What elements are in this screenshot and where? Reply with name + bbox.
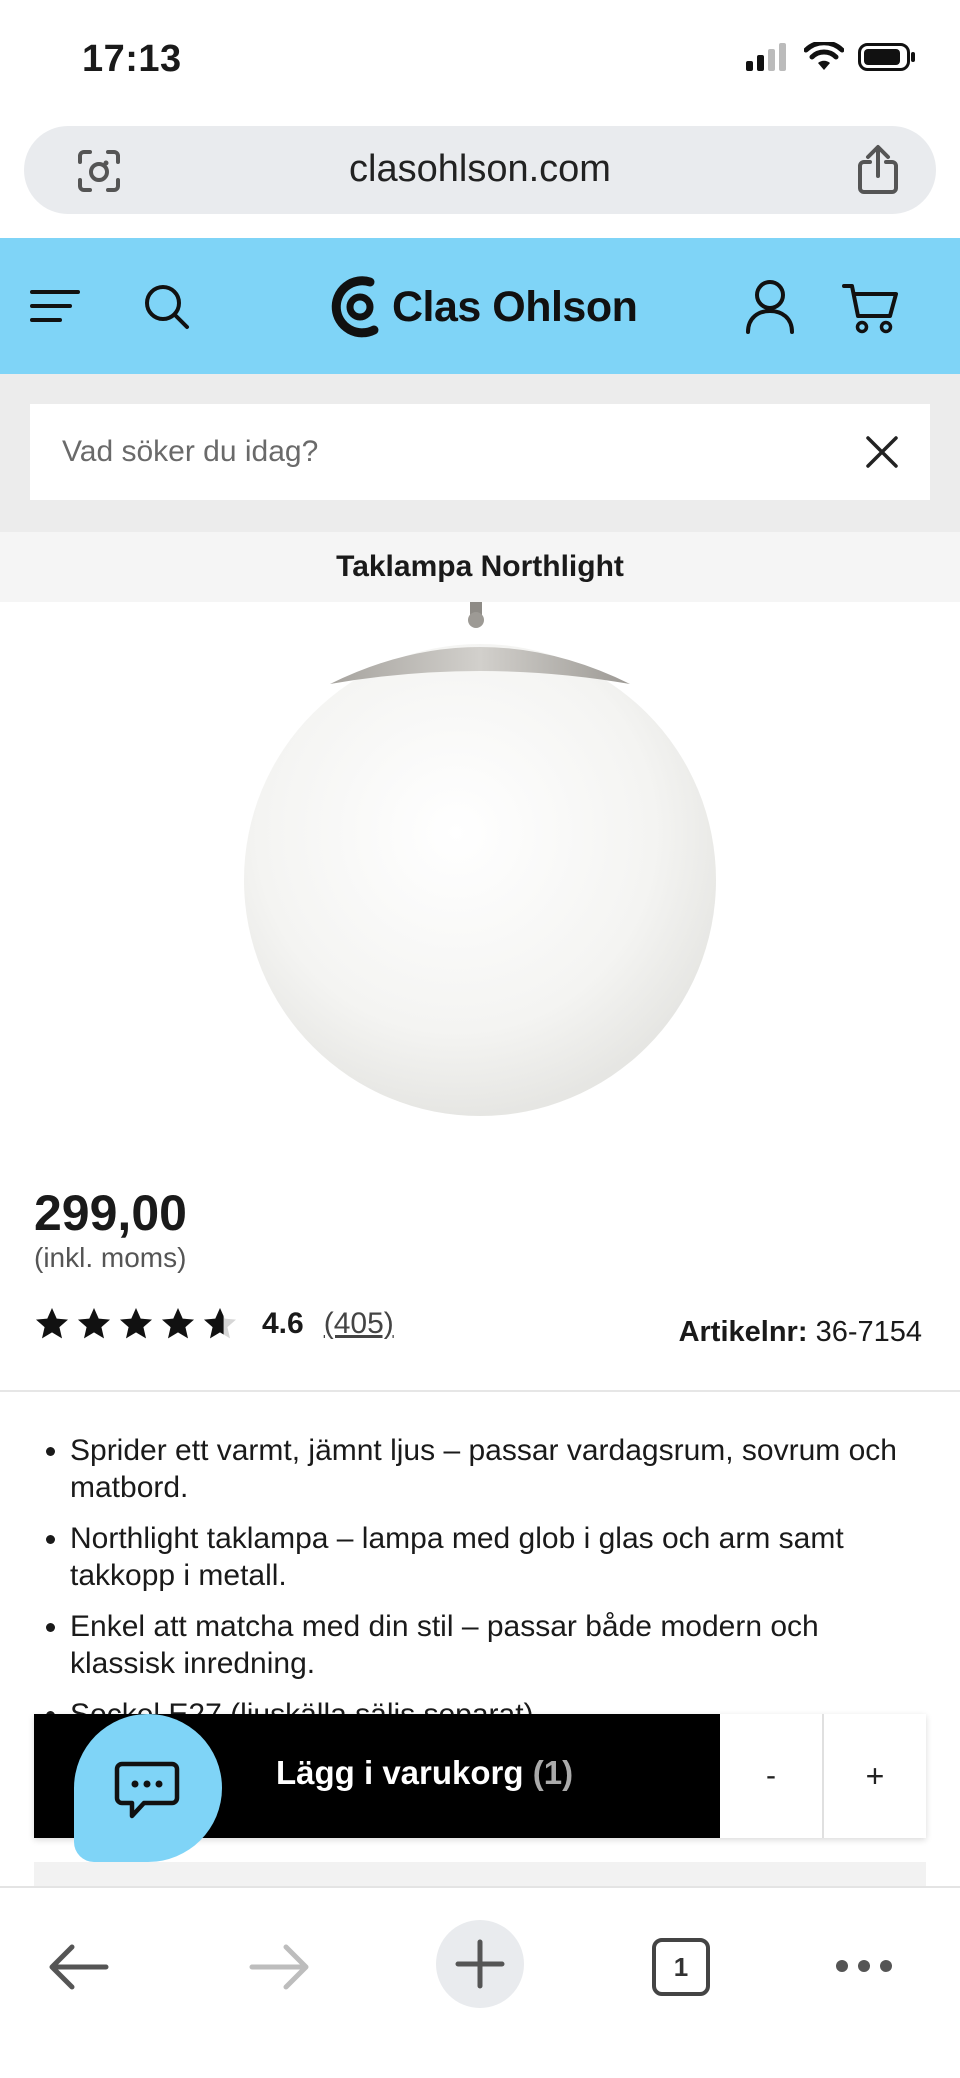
list-item: Sprider ett varmt, jämnt ljus – passar v… <box>70 1432 910 1506</box>
star-icon <box>78 1308 110 1339</box>
article-label: Artikelnr: <box>678 1316 808 1348</box>
close-icon[interactable] <box>864 434 900 470</box>
chat-icon <box>114 1761 180 1819</box>
browser-toolbar: 1 <box>0 1886 960 2078</box>
star-icon <box>162 1308 194 1339</box>
search-input[interactable] <box>62 404 842 500</box>
status-time: 17:13 <box>82 38 182 80</box>
user-icon[interactable] <box>744 278 796 334</box>
list-item: Northlight taklampa – lampa med glob i g… <box>70 1520 910 1594</box>
product-image[interactable] <box>0 602 960 1162</box>
chat-button[interactable] <box>74 1714 222 1862</box>
search-icon[interactable] <box>142 282 190 330</box>
product-price: 299,00 <box>34 1185 187 1241</box>
brand-logo[interactable]: Clas Ohlson <box>330 274 638 340</box>
status-bar: 17:13 <box>0 0 960 122</box>
signal-icon <box>746 43 786 71</box>
star-icon <box>120 1308 152 1339</box>
quantity-decrease-button[interactable]: - <box>720 1714 824 1838</box>
add-to-cart-text: Lägg i varukorg <box>276 1754 524 1791</box>
cart-quantity-count: (1) <box>532 1754 574 1791</box>
rating-value: 4.6 <box>262 1307 304 1340</box>
tab-switcher-button[interactable]: 1 <box>652 1938 710 1996</box>
wifi-icon <box>804 42 844 70</box>
forward-arrow-icon[interactable] <box>248 1942 312 1992</box>
article-number: Artikelnr: 36-7154 <box>679 1316 922 1349</box>
article-value: 36-7154 <box>815 1316 922 1348</box>
site-header: Clas Ohlson <box>0 238 960 374</box>
brand-name: Clas Ohlson <box>392 282 638 331</box>
plus-icon <box>455 1939 505 1989</box>
search-area <box>0 374 960 532</box>
quantity-increase-button[interactable]: + <box>824 1714 926 1838</box>
review-count-link[interactable]: (405) <box>324 1307 394 1341</box>
rating-row: 4.6 (405) <box>34 1306 394 1342</box>
highlights-list: Sprider ett varmt, jämnt ljus – passar v… <box>70 1432 910 1716</box>
vat-note: (inkl. moms) <box>34 1242 187 1273</box>
cart-icon[interactable] <box>842 282 900 334</box>
more-options-icon[interactable] <box>834 1958 894 1974</box>
divider <box>0 1390 960 1392</box>
new-tab-button[interactable] <box>436 1920 524 2008</box>
product-title: Taklampa Northlight <box>336 550 624 583</box>
hamburger-menu-icon[interactable] <box>30 288 80 324</box>
list-item: Sockel E27 (ljuskälla säljs separat). <box>70 1696 910 1716</box>
star-icon <box>36 1308 68 1339</box>
back-arrow-icon[interactable] <box>46 1942 110 1992</box>
battery-icon <box>858 43 915 71</box>
star-icon <box>204 1308 236 1339</box>
address-bar[interactable]: clasohlson.com <box>24 126 936 214</box>
product-highlights: Sprider ett varmt, jämnt ljus – passar v… <box>0 1410 960 1716</box>
product-title-bar: Taklampa Northlight <box>0 532 960 602</box>
url-text[interactable]: clasohlson.com <box>24 148 936 191</box>
search-box <box>30 404 930 500</box>
share-icon[interactable] <box>854 144 902 196</box>
content-strip <box>34 1862 926 1886</box>
clas-ohlson-logo-icon <box>331 276 379 338</box>
status-icons <box>746 42 916 72</box>
rating-stars <box>34 1306 238 1342</box>
list-item: Enkel att matcha med din stil – passar b… <box>70 1608 910 1682</box>
add-to-cart-label: Lägg i varukorg (1) <box>276 1754 573 1792</box>
